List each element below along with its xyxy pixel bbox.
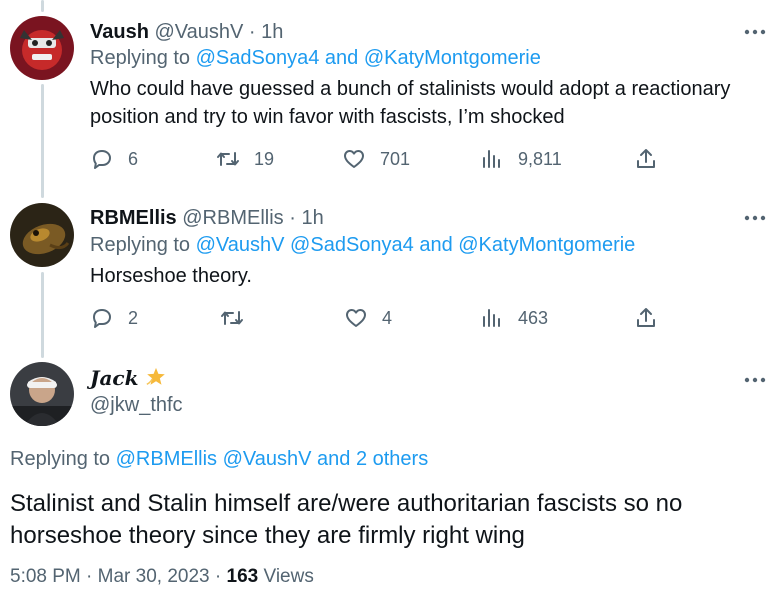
avatar[interactable] <box>10 203 74 267</box>
replying-prefix: Replying to <box>90 234 191 256</box>
views-chart-icon <box>483 150 500 168</box>
thread-line-2 <box>41 272 44 358</box>
action-bar: 6 19 701 9,811 <box>90 145 670 173</box>
retweet-button[interactable] <box>220 304 258 332</box>
separator-dot: · <box>214 566 222 587</box>
reply-button[interactable]: 2 <box>90 304 138 332</box>
display-name[interactable]: Jack <box>90 366 167 390</box>
like-button[interactable]: 4 <box>344 304 392 332</box>
display-name-text: Jack <box>90 366 139 390</box>
tweet-header: RBMEllis @RBMEllis · 1h <box>90 206 324 230</box>
post-date[interactable]: Mar 30, 2023 <box>98 566 210 587</box>
replying-to: Replying to @RBMEllis @VaushV and 2 othe… <box>10 448 428 471</box>
tweet-text: Stalinist and Stalin himself are/were au… <box>10 488 770 552</box>
views-button[interactable]: 463 <box>480 304 548 332</box>
more-dots-icon[interactable] <box>742 370 768 390</box>
retweet-button[interactable]: 19 <box>216 145 274 173</box>
separator-dot: · <box>248 21 256 43</box>
reply-count: 2 <box>128 307 139 328</box>
action-bar: 2 4 463 <box>90 304 670 332</box>
reply-icon <box>93 150 111 169</box>
reply-button[interactable]: 6 <box>90 145 138 173</box>
share-icon <box>637 308 655 327</box>
timestamp[interactable]: 1h <box>301 207 323 229</box>
replying-mentions[interactable]: @VaushV @SadSonya4 and @KatyMontgomerie <box>196 234 636 256</box>
separator-dot: · <box>289 207 296 229</box>
tweet-text-line: Stalinist and Stalin himself are/were au… <box>10 490 683 517</box>
heart-icon <box>346 309 366 327</box>
reply-count: 6 <box>128 148 139 169</box>
views-count: 463 <box>518 307 549 328</box>
thread-line-top <box>41 0 44 12</box>
share-button[interactable] <box>634 304 672 332</box>
views-count: 163 <box>226 566 259 587</box>
separator-dot: · <box>86 566 93 587</box>
retweet-count: 19 <box>254 148 275 169</box>
tweet-text-line: horseshoe theory since they are firmly r… <box>10 522 525 549</box>
replying-to: Replying to @VaushV @SadSonya4 and @Katy… <box>90 232 635 258</box>
heart-icon <box>344 150 364 168</box>
replying-mentions[interactable]: @SadSonya4 and @KatyMontgomerie <box>196 47 541 69</box>
like-count: 4 <box>382 307 393 328</box>
tweet-meta: 5:08 PM · Mar 30, 2023 · 163 Views <box>10 566 314 588</box>
share-button[interactable] <box>634 145 672 173</box>
like-count: 701 <box>380 148 411 169</box>
retweet-icon <box>221 311 243 325</box>
like-button[interactable]: 701 <box>342 145 410 173</box>
user-handle[interactable]: @VaushV <box>154 21 243 43</box>
views-button[interactable]: 9,811 <box>480 145 562 173</box>
user-handle[interactable]: @jkw_thfc <box>90 394 183 417</box>
avatar[interactable] <box>10 16 74 80</box>
display-name[interactable]: Vaush <box>90 21 149 43</box>
avatar[interactable] <box>10 362 74 426</box>
timestamp[interactable]: 1h <box>261 21 283 43</box>
replying-prefix: Replying to <box>10 448 111 470</box>
post-time[interactable]: 5:08 PM <box>10 566 81 587</box>
share-icon <box>637 149 655 168</box>
reply-icon <box>93 309 111 328</box>
display-name[interactable]: RBMEllis <box>90 207 177 229</box>
views-count: 9,811 <box>518 148 562 169</box>
views-label: Views <box>263 566 314 587</box>
replying-to: Replying to @SadSonya4 and @KatyMontgome… <box>90 45 541 71</box>
views-chart-icon <box>483 309 500 327</box>
more-dots-icon[interactable] <box>742 208 768 228</box>
star-emoji-icon <box>145 366 167 388</box>
user-handle[interactable]: @RBMEllis <box>182 207 283 229</box>
tweet-text-line: Who could have guessed a bunch of stalin… <box>90 78 731 100</box>
thread-line-1 <box>41 84 44 198</box>
retweet-icon <box>217 152 239 166</box>
more-dots-icon[interactable] <box>742 22 768 42</box>
replying-mentions[interactable]: @RBMEllis @VaushV and 2 others <box>116 448 429 470</box>
replying-prefix: Replying to <box>90 47 191 69</box>
tweet-header: Vaush @VaushV · 1h <box>90 20 283 44</box>
tweet-text: Horseshoe theory. <box>90 265 252 287</box>
tweet-text-line: position and try to win favor with fasci… <box>90 106 565 128</box>
tweet-text: Who could have guessed a bunch of stalin… <box>90 75 770 131</box>
